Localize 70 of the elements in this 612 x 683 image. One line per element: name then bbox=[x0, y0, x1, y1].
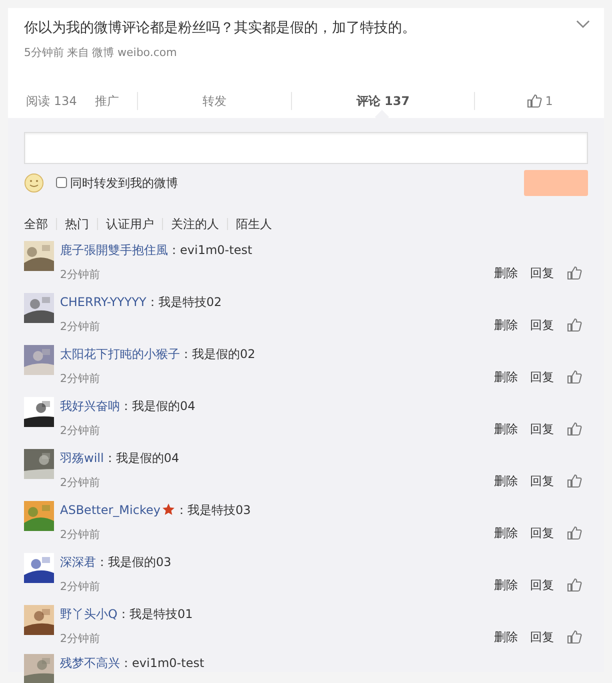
user-name[interactable]: 鹿子張開雙手抱住風 bbox=[60, 240, 168, 258]
user-name[interactable]: 残梦不高兴 bbox=[60, 654, 120, 672]
reply-link[interactable]: 回复 bbox=[530, 576, 554, 594]
smiley-icon[interactable] bbox=[24, 172, 44, 192]
post-time: 5分钟前 bbox=[24, 45, 64, 61]
thumbs-up-icon[interactable] bbox=[566, 628, 582, 644]
thumbs-up-icon[interactable] bbox=[526, 92, 542, 108]
repost-checkbox[interactable] bbox=[56, 177, 67, 188]
stats-tab[interactable]: 转发 bbox=[136, 92, 291, 110]
like-count: 1 bbox=[545, 92, 553, 110]
post-text: 你以为我的微博评论都是粉丝吗？其实都是假的，加了特技的。 bbox=[24, 19, 417, 38]
thumbs-up-icon[interactable] bbox=[566, 524, 582, 540]
comment-time: 2分钟前 bbox=[60, 630, 101, 646]
filter-tab[interactable]: 热门 bbox=[56, 218, 97, 230]
reply-link[interactable]: 回复 bbox=[530, 316, 554, 334]
comment-text: ：我是假的03 bbox=[96, 554, 172, 570]
thumbs-up-icon[interactable] bbox=[566, 316, 582, 332]
user-name[interactable]: 野丫头小Q bbox=[60, 604, 118, 622]
read-count: 阅读 134 bbox=[26, 92, 77, 110]
user-name[interactable]: ASBetter_Mickey bbox=[60, 500, 160, 518]
comment-time: 2分钟前 bbox=[60, 370, 101, 386]
comment-text: ：我是假的04 bbox=[104, 450, 180, 466]
thumbs-up-icon[interactable] bbox=[566, 472, 582, 488]
reply-link[interactable]: 回复 bbox=[530, 472, 554, 490]
delete-link[interactable]: 删除 bbox=[494, 368, 518, 386]
comment-text: ：我是特技03 bbox=[175, 502, 251, 518]
repost-label[interactable]: 同时转发到我的微博 bbox=[70, 174, 178, 192]
user-name[interactable]: 羽殇will bbox=[60, 448, 104, 466]
user-name[interactable]: 我好兴奋呐 bbox=[60, 396, 120, 414]
stats-tab[interactable]: 评论 137 bbox=[290, 92, 474, 110]
filter-tab[interactable]: 认证用户 bbox=[97, 218, 162, 230]
comment-input-field[interactable] bbox=[24, 132, 588, 164]
comment-time: 2分钟前 bbox=[60, 578, 101, 594]
delete-link[interactable]: 删除 bbox=[494, 420, 518, 438]
comment-time: 2分钟前 bbox=[60, 474, 101, 490]
reply-link[interactable]: 回复 bbox=[530, 264, 554, 282]
comment-time: 2分钟前 bbox=[60, 266, 101, 282]
thumbs-up-icon[interactable] bbox=[566, 576, 582, 592]
reply-link[interactable]: 回复 bbox=[530, 524, 554, 542]
user-name[interactable]: 太阳花下打盹的小猴子 bbox=[60, 344, 180, 362]
delete-link[interactable]: 删除 bbox=[494, 576, 518, 594]
filter-tab[interactable]: 关注的人 bbox=[162, 218, 227, 230]
delete-link[interactable]: 删除 bbox=[494, 264, 518, 282]
comment-time: 2分钟前 bbox=[60, 422, 101, 438]
thumbs-up-icon[interactable] bbox=[566, 368, 582, 384]
reply-link[interactable]: 回复 bbox=[530, 628, 554, 646]
reply-link[interactable]: 回复 bbox=[530, 368, 554, 386]
chevron-down-icon[interactable] bbox=[576, 20, 590, 29]
source-link[interactable]: 微博 weibo.com bbox=[92, 45, 177, 62]
comment-text: ：我是特技01 bbox=[117, 606, 193, 622]
delete-link[interactable]: 删除 bbox=[494, 524, 518, 542]
comment-text: ：evi1m0-test bbox=[168, 242, 252, 258]
filter-tab[interactable]: 陌生人 bbox=[227, 218, 280, 230]
user-name[interactable]: CHERRY-YYYYY bbox=[60, 292, 146, 310]
comment-text: ：我是特技02 bbox=[146, 294, 222, 310]
filter-tab[interactable]: 全部 bbox=[24, 218, 56, 230]
source-label: 来自 bbox=[67, 45, 89, 61]
thumbs-up-icon[interactable] bbox=[566, 420, 582, 436]
user-name[interactable]: 深深君 bbox=[60, 552, 96, 570]
comment-text: ：我是假的02 bbox=[180, 346, 256, 362]
thumbs-up-icon[interactable] bbox=[566, 264, 582, 280]
delete-link[interactable]: 删除 bbox=[494, 628, 518, 646]
comment-time: 2分钟前 bbox=[60, 526, 101, 542]
reply-link[interactable]: 回复 bbox=[530, 420, 554, 438]
comment-time: 2分钟前 bbox=[60, 318, 101, 334]
delete-link[interactable]: 删除 bbox=[494, 472, 518, 490]
delete-link[interactable]: 删除 bbox=[494, 316, 518, 334]
comment-text: ：evi1m0-test bbox=[120, 654, 204, 672]
comment-text: ：我是假的04 bbox=[120, 398, 196, 414]
promote-link[interactable]: 推广 bbox=[94, 92, 119, 110]
